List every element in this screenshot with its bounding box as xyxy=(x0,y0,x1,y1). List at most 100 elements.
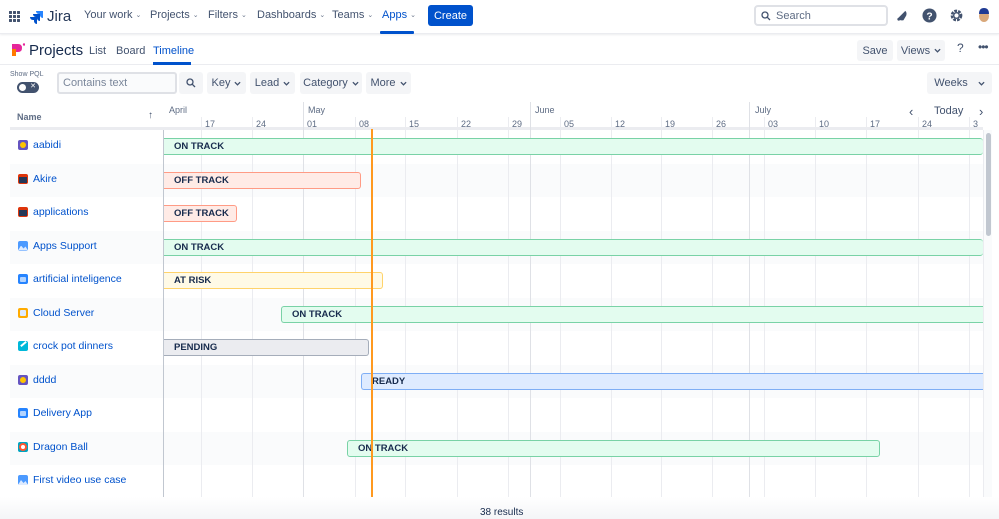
tab-list[interactable]: List xyxy=(89,45,106,57)
week-label: 19 xyxy=(665,119,676,129)
filter-label: Category xyxy=(303,77,348,89)
table-row: crock pot dinners xyxy=(10,331,983,365)
today-button[interactable]: Today xyxy=(934,105,963,117)
views-button[interactable]: Views xyxy=(897,40,945,61)
scale-select[interactable]: Weeks xyxy=(927,72,992,94)
tab-timeline[interactable]: Timeline xyxy=(153,45,194,57)
table-row: First video use case xyxy=(10,465,983,499)
week-label: 15 xyxy=(409,119,420,129)
project-link[interactable]: applications xyxy=(18,206,88,218)
table-row: applications xyxy=(10,197,983,231)
status-bar[interactable]: OFF TRACK xyxy=(164,205,237,222)
key-filter[interactable]: Key xyxy=(207,72,246,94)
month-label: April xyxy=(169,105,188,115)
nav-teams[interactable]: Teams ⌄ xyxy=(332,9,373,21)
nav-your-work[interactable]: Your work ⌄ xyxy=(84,9,141,21)
project-link[interactable]: dddd xyxy=(18,374,56,386)
project-link[interactable]: aabidi xyxy=(18,139,61,151)
project-name: First video use case xyxy=(33,474,127,486)
contains-text-input[interactable]: Contains text xyxy=(57,72,177,94)
page-title: Projects xyxy=(29,42,84,59)
nav-apps[interactable]: Apps ⌄ xyxy=(382,9,416,21)
notifications-icon[interactable] xyxy=(895,8,910,23)
more-options-button[interactable]: ••• xyxy=(978,40,989,54)
project-link[interactable]: Delivery App xyxy=(18,407,92,419)
project-link[interactable]: Akire xyxy=(18,173,57,185)
month-label: May xyxy=(308,105,326,115)
project-link[interactable]: Dragon Ball xyxy=(18,441,88,453)
week-label: 17 xyxy=(870,119,881,129)
chevron-down-icon: ⌄ xyxy=(240,12,247,19)
nav-dashboards[interactable]: Dashboards ⌄ xyxy=(257,9,325,21)
project-link[interactable]: Cloud Server xyxy=(18,307,94,319)
project-avatar-icon xyxy=(18,340,28,351)
chevron-down-icon: ⌄ xyxy=(135,12,142,19)
search-input[interactable]: Search xyxy=(754,5,888,26)
active-nav-indicator xyxy=(380,31,414,34)
chevron-down-icon xyxy=(978,81,985,86)
lead-filter[interactable]: Lead xyxy=(250,72,295,94)
status-bar[interactable]: READY xyxy=(361,372,983,390)
pql-label: Show PQL xyxy=(10,71,44,78)
results-count: 38 results xyxy=(480,507,524,518)
status-bar[interactable]: ON TRACK xyxy=(164,238,983,256)
app-name: Jira xyxy=(47,8,72,25)
nav-projects[interactable]: Projects ⌄ xyxy=(150,9,199,21)
active-tab-indicator xyxy=(153,62,191,65)
help-icon[interactable]: ? xyxy=(922,8,937,23)
avatar[interactable] xyxy=(976,7,992,24)
views-label: Views xyxy=(900,44,931,57)
status-bar[interactable]: ON TRACK xyxy=(281,305,983,323)
project-link[interactable]: Apps Support xyxy=(18,240,97,252)
search-button[interactable] xyxy=(179,72,203,94)
vertical-scrollbar[interactable] xyxy=(983,130,992,497)
month-label: June xyxy=(535,105,555,115)
create-button[interactable]: Create xyxy=(428,5,473,26)
search-placeholder: Search xyxy=(776,9,811,22)
project-name: Cloud Server xyxy=(33,306,95,319)
previous-icon[interactable]: ‹ xyxy=(909,104,913,119)
pql-toggle[interactable]: ✕ xyxy=(17,82,39,93)
nav-filters[interactable]: Filters ⌄ xyxy=(208,9,247,21)
project-name: Akire xyxy=(33,172,57,185)
chevron-down-icon: ⌄ xyxy=(192,12,199,19)
nav-label: Dashboards xyxy=(257,9,317,21)
week-label: 26 xyxy=(716,119,727,129)
month-gridline xyxy=(530,102,531,497)
save-button[interactable]: Save xyxy=(857,40,893,61)
status-bar[interactable]: AT RISK xyxy=(164,272,383,289)
project-name: aabidi xyxy=(33,139,62,151)
status-bar[interactable]: OFF TRACK xyxy=(164,171,361,189)
tab-board[interactable]: Board xyxy=(116,45,145,57)
project-name: Apps Support xyxy=(33,239,97,252)
next-icon[interactable]: › xyxy=(979,104,983,119)
scrollbar-thumb[interactable] xyxy=(986,133,991,236)
chevron-down-icon: ⌄ xyxy=(319,12,326,19)
help-button[interactable]: ? xyxy=(957,41,964,55)
status-bar[interactable]: PENDING xyxy=(164,339,369,356)
table-row: Delivery App xyxy=(10,398,983,432)
project-link[interactable]: First video use case xyxy=(18,474,126,486)
jira-logo[interactable]: Jira xyxy=(29,8,71,25)
project-avatar-icon xyxy=(18,173,28,184)
search-icon xyxy=(761,10,771,20)
close-icon: ✕ xyxy=(30,83,36,90)
chevron-down-icon: ⌄ xyxy=(410,12,416,19)
project-link[interactable]: crock pot dinners xyxy=(18,340,113,352)
category-filter[interactable]: Category xyxy=(300,72,362,94)
status-bar[interactable]: ON TRACK xyxy=(347,439,880,457)
sort-ascending-icon[interactable]: ↑ xyxy=(148,110,153,121)
chevron-down-icon xyxy=(934,48,941,53)
status-bar[interactable]: ON TRACK xyxy=(164,138,983,155)
week-label: 12 xyxy=(615,119,626,129)
app-switcher-icon[interactable] xyxy=(9,11,20,22)
project-avatar-icon xyxy=(18,441,28,452)
name-column-header[interactable]: Name ↑ xyxy=(10,102,163,130)
project-name: dddd xyxy=(33,373,57,386)
week-label: 05 xyxy=(564,119,575,129)
project-link[interactable]: artificial inteligence xyxy=(18,273,122,285)
chevron-down-icon xyxy=(283,81,290,86)
settings-icon[interactable] xyxy=(949,8,964,23)
more-filter[interactable]: More xyxy=(366,72,411,94)
week-label: 3 xyxy=(973,119,979,129)
